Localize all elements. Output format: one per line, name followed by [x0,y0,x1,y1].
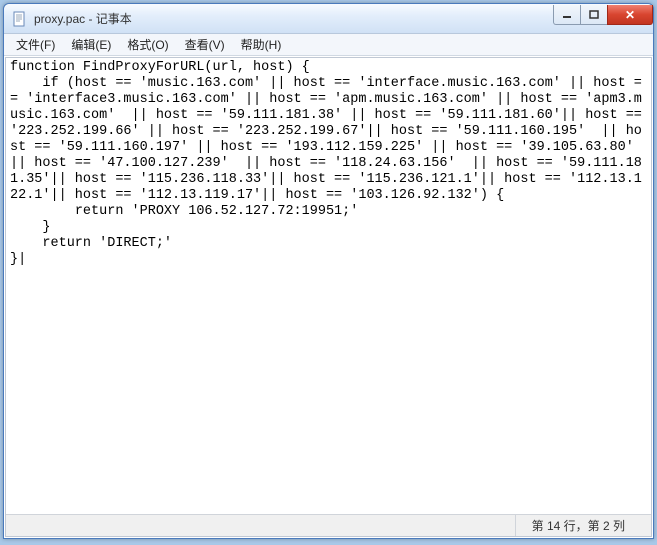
titlebar[interactable]: proxy.pac - 记事本 ✕ [4,4,653,34]
text-editor[interactable]: function FindProxyForURL(url, host) { if… [6,58,651,514]
close-button[interactable]: ✕ [607,5,653,25]
menu-edit[interactable]: 编辑(E) [63,34,119,55]
content-area: function FindProxyForURL(url, host) { if… [5,57,652,537]
menu-format[interactable]: 格式(O) [119,34,176,55]
cursor-position: 第 14 行，第 2 列 [515,515,641,536]
notepad-icon [12,11,28,27]
maximize-button[interactable] [580,5,608,25]
close-icon: ✕ [625,8,635,22]
menu-help[interactable]: 帮助(H) [233,34,290,55]
window-controls: ✕ [554,5,653,25]
window-title: proxy.pac - 记事本 [34,10,554,27]
menubar: 文件(F) 编辑(E) 格式(O) 查看(V) 帮助(H) [4,34,653,56]
menu-view[interactable]: 查看(V) [177,34,233,55]
minimize-button[interactable] [553,5,581,25]
app-window: proxy.pac - 记事本 ✕ 文件(F) 编辑(E) 格式(O) 查看(V… [3,3,654,539]
menu-file[interactable]: 文件(F) [8,34,63,55]
statusbar: 第 14 行，第 2 列 [6,514,651,536]
